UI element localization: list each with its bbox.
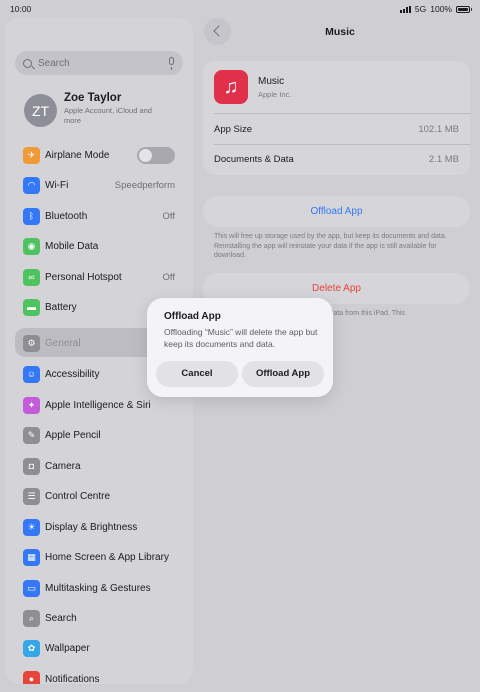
avatar: ZT (24, 94, 57, 127)
sidebar-item-label: Multitasking & Gestures (45, 582, 151, 594)
sidebar-item-label: Camera (45, 460, 81, 472)
battery-label: 100% (430, 4, 452, 14)
offload-app-button[interactable]: Offload App (203, 196, 470, 227)
sidebar-item-label: Battery (45, 301, 77, 313)
sidebar-item-label: Display & Brightness (45, 521, 138, 533)
signal-icon (399, 5, 411, 13)
sun-icon: ☀ (23, 518, 40, 536)
battery-status-icon (456, 5, 472, 13)
sidebar-item-wi-fi[interactable]: ◠ Wi-Fi Speedperform (23, 174, 183, 196)
sidebar-item-mobile-data[interactable]: ◉ Mobile Data (23, 235, 183, 257)
alert-message: Offloading “Music” will delete the app b… (164, 327, 318, 349)
siri-icon: ✦ (23, 396, 40, 414)
sidebar-item-label: Accessibility (45, 368, 100, 380)
sidebar-item-label: Search (45, 612, 77, 624)
status-bar: 10:00 5G 100% (0, 0, 480, 18)
documents-data-label: Documents & Data (214, 154, 294, 165)
sidebar-item-search[interactable]: ⌕ Search (23, 607, 183, 629)
sidebar-item-airplane-mode[interactable]: ✈ Airplane Mode (23, 144, 183, 166)
search-placeholder: Search (38, 57, 70, 69)
sidebar-item-apple-pencil[interactable]: ✎ Apple Pencil (23, 424, 183, 446)
antenna-icon: ◉ (23, 237, 40, 255)
sidebar-item-label: General (45, 337, 81, 349)
sidebar-item-label: Bluetooth (45, 210, 88, 222)
offload-alert-dialog: Offload App Offloading “Music” will dele… (147, 298, 333, 397)
sidebar-item-bluetooth[interactable]: ᛒ Bluetooth Off (23, 205, 183, 227)
camera-icon: ◘ (23, 457, 40, 475)
app-name: Music (258, 76, 285, 87)
confirm-offload-button[interactable]: Offload App (242, 361, 324, 387)
notifications-icon: ● (23, 670, 40, 684)
profile-row[interactable]: ZT Zoe Taylor Apple Account, iCloud and … (24, 92, 154, 127)
profile-name: Zoe Taylor (64, 92, 122, 104)
sidebar-item-value: Speedperform (114, 179, 175, 191)
bluetooth-icon: ᛒ (23, 207, 40, 225)
sidebar-item-label: Apple Pencil (45, 429, 101, 441)
wifi-icon: ◠ (23, 176, 40, 194)
pencil-icon: ✎ (23, 426, 40, 444)
alert-title: Offload App (164, 311, 221, 322)
sidebar-item-control-centre[interactable]: ☰ Control Centre (23, 485, 183, 507)
battery-icon: ▬ (23, 298, 40, 316)
airplane-icon: ✈ (23, 146, 40, 164)
sidebar-item-label: Control Centre (45, 490, 111, 502)
profile-subtitle: Apple Account, iCloud and more (64, 106, 152, 125)
music-app-icon: ♫ (214, 70, 248, 104)
airplane-mode-toggle[interactable] (137, 146, 175, 164)
divider (214, 113, 470, 114)
documents-data-value: 2.1 MB (428, 154, 459, 165)
delete-note: ated data from this iPad. This (314, 310, 405, 317)
gear-icon: ⚙ (23, 334, 40, 352)
sidebar-item-value: Off (162, 210, 176, 222)
network-label: 5G (414, 4, 427, 14)
sidebar-item-display-brightness[interactable]: ☀ Display & Brightness (23, 516, 183, 538)
sidebar-item-camera[interactable]: ◘ Camera (23, 455, 183, 477)
sidebar-item-wallpaper[interactable]: ✿ Wallpaper (23, 637, 183, 659)
sidebar-item-label: Apple Intelligence & Siri (45, 399, 151, 411)
multitasking-icon: ▭ (23, 579, 40, 597)
sidebar-item-multitasking-gestures[interactable]: ▭ Multitasking & Gestures (23, 577, 183, 599)
wallpaper-icon: ✿ (23, 639, 40, 657)
sidebar-item-label: Home Screen & App Library (45, 551, 169, 563)
status-right: 5G 100% (399, 4, 472, 14)
cancel-button[interactable]: Cancel (156, 361, 238, 387)
sidebar-item-apple-intelligence-siri[interactable]: ✦ Apple Intelligence & Siri (23, 394, 183, 416)
sidebar-item-personal-hotspot[interactable]: ∞ Personal Hotspot Off (23, 266, 183, 288)
app-size-value: 102.1 MB (418, 124, 459, 135)
page-title: Music (325, 26, 355, 38)
divider (214, 144, 470, 145)
sidebar-item-value: Off (162, 271, 176, 283)
sidebar-item-home-screen-app-library[interactable]: ▦ Home Screen & App Library (23, 546, 183, 568)
app-size-label: App Size (214, 124, 253, 135)
offload-note: This will free up storage used by the ap… (214, 233, 447, 259)
app-info-card: ♫ Music Apple Inc. App Size 102.1 MB Doc… (203, 61, 470, 175)
home-screen-icon: ▦ (23, 548, 40, 566)
sidebar-item-label: Airplane Mode (45, 149, 110, 161)
sidebar-item-label: Wallpaper (45, 642, 90, 654)
sidebar-item-label: Notifications (45, 673, 100, 685)
hotspot-icon: ∞ (23, 268, 40, 286)
sidebar-item-label: Personal Hotspot (45, 271, 122, 283)
sliders-icon: ☰ (23, 487, 40, 505)
search-icon (23, 58, 32, 68)
accessibility-icon: ☺ (23, 365, 40, 383)
app-vendor: Apple Inc. (258, 90, 292, 99)
status-time: 10:00 (10, 4, 32, 14)
sidebar-item-label: Wi-Fi (45, 179, 69, 191)
sidebar-item-label: Mobile Data (45, 240, 99, 252)
microphone-icon[interactable] (169, 57, 174, 70)
sidebar-item-notifications[interactable]: ● Notifications (23, 668, 183, 684)
search-icon: ⌕ (23, 609, 40, 627)
search-field[interactable]: Search (15, 51, 183, 75)
